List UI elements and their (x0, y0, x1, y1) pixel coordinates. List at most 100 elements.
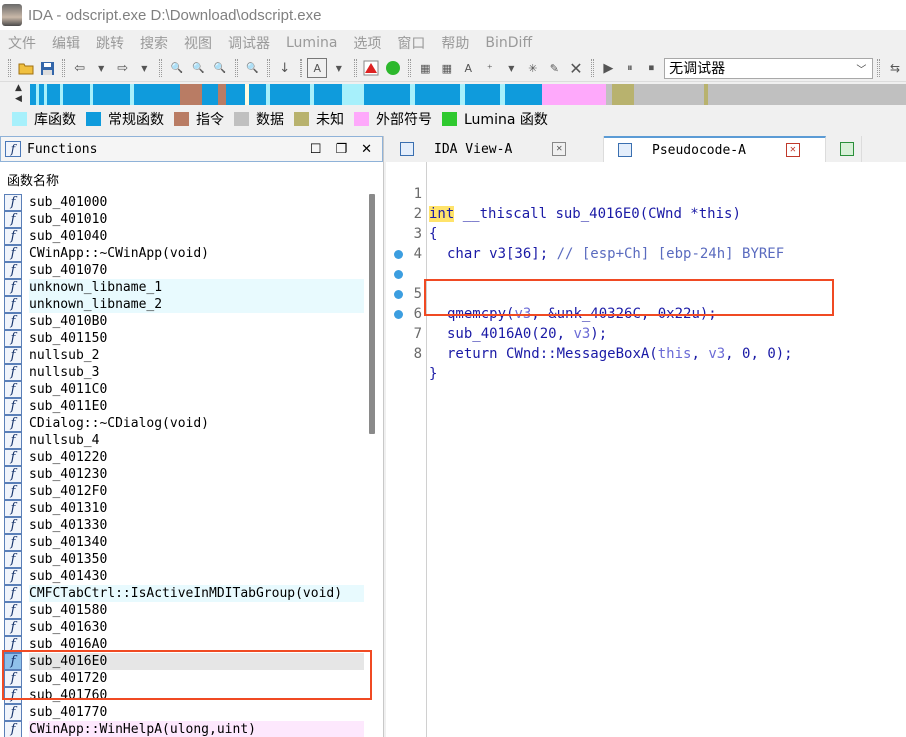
function-name[interactable]: unknown_libname_2 (29, 296, 364, 313)
function-name[interactable]: sub_4011E0 (29, 398, 364, 415)
function-name[interactable]: sub_401150 (29, 330, 364, 347)
close-tab-icon[interactable]: ✕ (552, 142, 567, 156)
function-name[interactable]: sub_401350 (29, 551, 364, 568)
tab-hex-view[interactable] (826, 136, 862, 162)
function-list-item[interactable]: f nullsub_2 (4, 347, 364, 364)
function-list-item[interactable]: f sub_401430 (4, 568, 364, 585)
messagebox-call[interactable]: CWnd::MessageBoxA( (498, 346, 658, 362)
function-list-item[interactable]: f sub_401230 (4, 466, 364, 483)
warning-icon[interactable] (362, 58, 382, 78)
play-icon[interactable]: ▶ (599, 58, 619, 78)
function-name[interactable]: CWinApp::WinHelpA(ulong,uint) (29, 721, 364, 737)
function-list-item[interactable]: f nullsub_4 (4, 432, 364, 449)
function-name[interactable]: sub_401000 (29, 194, 364, 211)
function-list-item[interactable]: f CDialog::~CDialog(void) (4, 415, 364, 432)
arg-this[interactable]: this (658, 346, 692, 362)
function-name[interactable]: nullsub_3 (29, 364, 364, 381)
code-line-1[interactable]: 1 int __thiscall sub_4016E0(CWnd *this) (386, 164, 906, 222)
breakpoint-dot-icon[interactable] (394, 290, 403, 299)
function-name[interactable]: CDialog::~CDialog(void) (29, 415, 364, 432)
text-search-icon[interactable]: 🔍 (189, 58, 209, 78)
function-list-item[interactable]: f sub_4010B0 (4, 313, 364, 330)
open-folder-icon[interactable] (16, 58, 36, 78)
function-list-item[interactable]: f sub_4011C0 (4, 381, 364, 398)
function-name[interactable]: sub_401310 (29, 500, 364, 517)
arg-v3[interactable]: v3 (708, 346, 725, 362)
messagebox-args[interactable]: , 0, 0); (725, 346, 792, 362)
stop-icon[interactable]: ⏹ (642, 58, 662, 78)
back-dropdown-icon[interactable]: ▼ (91, 58, 111, 78)
tab-ida-view-a[interactable]: IDA View-A ✕ (386, 136, 604, 162)
down-arrow-icon[interactable]: ↓ (275, 58, 295, 78)
close-tab-icon[interactable]: ✕ (785, 143, 800, 157)
function-name[interactable]: sub_401340 (29, 534, 364, 551)
function-list-item[interactable]: f nullsub_3 (4, 364, 364, 381)
function-list-item[interactable]: f sub_401070 (4, 262, 364, 279)
menu-edit[interactable]: 编辑 (52, 33, 80, 53)
function-name[interactable]: sub_401220 (29, 449, 364, 466)
graph-dropdown-icon[interactable]: ▼ (502, 58, 522, 78)
debugger-options-icon[interactable]: ⇆ (885, 58, 905, 78)
pseudocode-view[interactable]: 1 int __thiscall sub_4016E0(CWnd *this) … (386, 162, 906, 737)
code-line-2[interactable]: 2 { (386, 184, 906, 242)
function-name[interactable]: nullsub_4 (29, 432, 364, 449)
function-list-item[interactable]: f sub_401350 (4, 551, 364, 568)
tab-pseudocode-a[interactable]: Pseudocode-A ✕ (604, 136, 826, 162)
function-list-item[interactable]: f sub_401150 (4, 330, 364, 347)
code-icon[interactable]: ▦ (416, 58, 436, 78)
function-name[interactable]: sub_401630 (29, 619, 364, 636)
menu-file[interactable]: 文件 (8, 33, 36, 53)
function-name[interactable]: sub_401040 (29, 228, 364, 245)
breakpoint-dot-icon[interactable] (394, 310, 403, 319)
menu-options[interactable]: 选项 (353, 33, 381, 53)
forward-arrow-icon[interactable]: ⇨ (113, 58, 133, 78)
function-name[interactable]: sub_401770 (29, 704, 364, 721)
text-format-dropdown-icon[interactable]: ▼ (329, 58, 349, 78)
code-line-3[interactable]: 3 char v3[36]; // [esp+Ch] [ebp-24h] BYR… (386, 204, 906, 262)
function-list-item[interactable]: f CMFCTabCtrl::IsActiveInMDITabGroup(void… (4, 585, 364, 602)
function-name[interactable]: sub_401230 (29, 466, 364, 483)
function-list-item[interactable]: f sub_401770 (4, 704, 364, 721)
graph-icon[interactable]: ⁺ (480, 58, 500, 78)
menu-windows[interactable]: 窗口 (397, 33, 425, 53)
edit-icon[interactable]: ✎ (545, 58, 565, 78)
close-x-icon[interactable]: ✕ (566, 58, 586, 78)
function-list-item[interactable]: f sub_401310 (4, 500, 364, 517)
function-name[interactable]: sub_4010B0 (29, 313, 364, 330)
sub-4016a0-call[interactable]: sub_4016A0(20, (447, 326, 573, 342)
function-list-item[interactable]: f sub_401630 (4, 619, 364, 636)
function-name[interactable]: CWinApp::~CWinApp(void) (29, 245, 364, 262)
debugger-select[interactable]: 无调试器 ﹀ (664, 57, 874, 79)
function-name[interactable]: sub_401430 (29, 568, 364, 585)
menu-jump[interactable]: 跳转 (96, 33, 124, 53)
function-name[interactable]: sub_401330 (29, 517, 364, 534)
menu-help[interactable]: 帮助 (441, 33, 469, 53)
breakpoint-dot-icon[interactable] (394, 250, 403, 259)
immediate-search-icon[interactable]: 🔍 (210, 58, 230, 78)
menu-bindiff[interactable]: BinDiff (485, 35, 532, 51)
keyword-return[interactable]: return (447, 346, 498, 362)
function-list-item[interactable]: f sub_401340 (4, 534, 364, 551)
function-name[interactable]: sub_401070 (29, 262, 364, 279)
toolbar-grip[interactable] (8, 59, 11, 77)
nav-band-strip[interactable] (30, 84, 906, 105)
breakpoint-dot-icon[interactable] (394, 270, 403, 279)
function-name[interactable]: sub_4012F0 (29, 483, 364, 500)
function-list-item[interactable]: f CWinApp::WinHelpA(ulong,uint) (4, 721, 364, 737)
function-list-item[interactable]: f sub_401330 (4, 517, 364, 534)
plugin-icon[interactable]: ✳ (523, 58, 543, 78)
struct-icon[interactable]: A (459, 58, 479, 78)
maximize-icon[interactable]: ☐ (310, 142, 322, 157)
functions-panel-header[interactable]: f Functions ☐ ❐ ✕ (0, 136, 383, 162)
functions-scrollbar-thumb[interactable] (369, 194, 375, 434)
function-list-item[interactable]: f sub_401220 (4, 449, 364, 466)
restore-icon[interactable]: ❐ (335, 142, 347, 157)
forward-dropdown-icon[interactable]: ▼ (135, 58, 155, 78)
back-arrow-icon[interactable]: ⇦ (70, 58, 90, 78)
function-list-item[interactable]: f sub_4012F0 (4, 483, 364, 500)
menu-lumina[interactable]: Lumina (286, 35, 337, 51)
function-list-item[interactable]: f unknown_libname_2 (4, 296, 364, 313)
text-format-icon[interactable]: A (307, 58, 328, 78)
nav-left-arrow-icon[interactable]: ◀ (15, 94, 22, 104)
data-icon[interactable]: ▦ (437, 58, 457, 78)
